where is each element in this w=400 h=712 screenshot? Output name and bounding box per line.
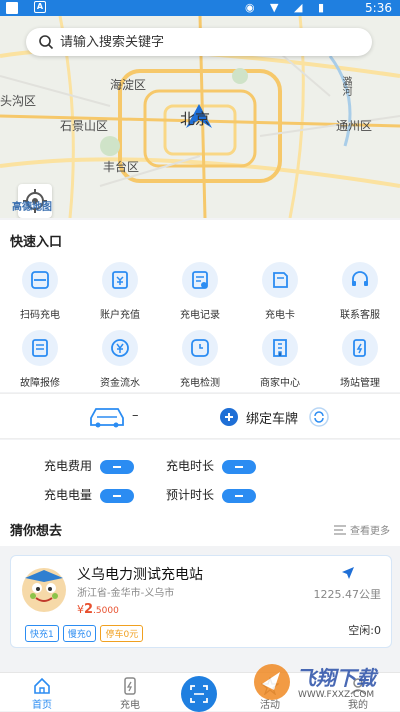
car-plate: – [132,408,139,423]
guess-header: 猜你想去 查看更多 [0,512,400,546]
station-distance: 1225.47公里 [313,588,382,601]
quick-item-service[interactable]: 联系客服 [320,262,400,321]
scan-icon [190,685,208,703]
navigate-icon[interactable] [341,566,355,580]
quick-item-label: 充电记录 [180,310,220,321]
recharge-icon [102,262,138,298]
bind-plate-button[interactable]: 绑定车牌 [220,406,298,428]
tab-home[interactable]: 首页 [2,673,82,711]
quick-item-card[interactable]: 充电卡 [240,262,320,321]
watermark-text: 飞翔下载 [296,666,376,690]
quick-item-scan[interactable]: 扫码充电 [0,262,80,321]
quick-item-recharge[interactable]: 账户充值 [80,262,160,321]
toggle-pill [222,459,257,474]
tag-parking: 停车0元 [100,625,144,642]
amap-logo: 高德地图 [12,202,52,213]
tab-label: 充电 [120,700,140,711]
stat-energy: 充电电量 [44,486,135,503]
scan-icon [22,262,58,298]
status-icons: ◉ ▼ ◢ ▮ [244,1,330,14]
station-price: ¥2.5000 [77,598,119,617]
map-label: 头沟区 [0,94,37,108]
map-label: 北京 [180,110,211,128]
status-bar: A ◉ ▼ ◢ ▮ 5:36 [0,0,400,16]
stat-fee: 充电费用 [44,457,135,474]
map-label: 海淀区 [110,78,147,92]
yuan-icon [102,330,138,366]
search-icon [39,35,54,50]
stat-label: 预计时长 [166,488,215,502]
watermark: 飞翔下载 WWW.FXXZ.COM [252,660,392,708]
quick-item-label: 账户充值 [100,310,140,321]
map-label: 丰台区 [103,160,140,174]
map-label: 石景山区 [60,119,109,133]
tab-charge[interactable]: 充电 [90,673,170,711]
tag-slow: 慢充0 [62,625,97,642]
station-icon [342,330,378,366]
tag-fast: 快充1 [25,625,59,642]
quick-item-label: 资金流水 [100,378,140,389]
charging-stats: 充电费用 充电时长 充电电量 预计时长 [0,440,400,512]
quick-item-detect[interactable]: 充电检测 [160,330,240,389]
car-icon [90,408,124,428]
tab-label: 首页 [32,700,52,711]
bind-plate-label: 绑定车牌 [246,411,299,427]
notification-icon [6,2,18,14]
search-input[interactable] [60,34,360,50]
repair-icon [22,330,58,366]
station-card[interactable]: 义乌电力测试充电站 浙江省-金华市-义乌市 ¥2.5000 1225.47公里 … [10,555,392,648]
station-address: 浙江省-金华市-义乌市 [77,588,175,599]
search-bar[interactable] [26,28,372,56]
stat-label: 充电费用 [44,459,93,473]
watermark-url: WWW.FXXZ.COM [298,690,375,700]
price-main: 2 [84,602,94,617]
headset-icon [342,262,378,298]
refresh-icon[interactable] [309,407,329,427]
quick-item-merchant[interactable]: 商家中心 [240,330,320,389]
toggle-pill [100,488,135,503]
view-more-link[interactable]: 查看更多 [334,522,390,537]
station-name: 义乌电力测试充电站 [77,567,203,583]
quick-item-fund-flow[interactable]: 资金流水 [80,330,160,389]
quick-item-label: 联系客服 [340,310,380,321]
quick-item-label: 场站管理 [340,378,380,389]
home-icon [34,677,50,694]
quick-entry-title: 快速入口 [10,235,63,250]
toggle-pill [100,459,135,474]
stat-label: 充电时长 [166,459,215,473]
quick-item-label: 故障报修 [20,378,60,389]
quick-item-label: 商家中心 [260,378,300,389]
status-time: 5:36 [365,1,392,15]
charge-icon [124,677,136,695]
quick-item-station-manage[interactable]: 场站管理 [320,330,400,389]
list-icon [334,524,346,535]
card-icon [262,262,298,298]
map-label: 通州区 [336,119,373,133]
toggle-pill [222,488,257,503]
record-icon [182,262,218,298]
station-idle: 空闲:0 [348,624,381,637]
station-tags: 快充1 慢充0 停车0元 [25,622,147,642]
a-notification-icon: A [34,1,46,13]
stat-estimate: 预计时长 [166,486,257,503]
price-symbol: ¥ [77,603,84,616]
watermark-logo-icon [254,664,290,700]
quick-item-repair[interactable]: 故障报修 [0,330,80,389]
quick-item-record[interactable]: 充电记录 [160,262,240,321]
scan-center-button[interactable] [181,676,217,712]
quick-item-label: 充电卡 [265,310,295,321]
clock-icon [182,330,218,366]
quick-item-label: 扫码充电 [20,310,60,321]
car-row: – 绑定车牌 [0,393,400,439]
add-icon [220,408,238,426]
stat-duration: 充电时长 [166,457,257,474]
map-label: 潞河 [340,76,351,96]
price-decimal: .5000 [93,606,119,616]
stat-label: 充电电量 [44,488,93,502]
view-more-label: 查看更多 [350,526,390,537]
station-mascot-icon [22,568,66,612]
building-icon [262,330,298,366]
guess-title: 猜你想去 [10,524,63,539]
quick-item-label: 充电检测 [180,378,220,389]
